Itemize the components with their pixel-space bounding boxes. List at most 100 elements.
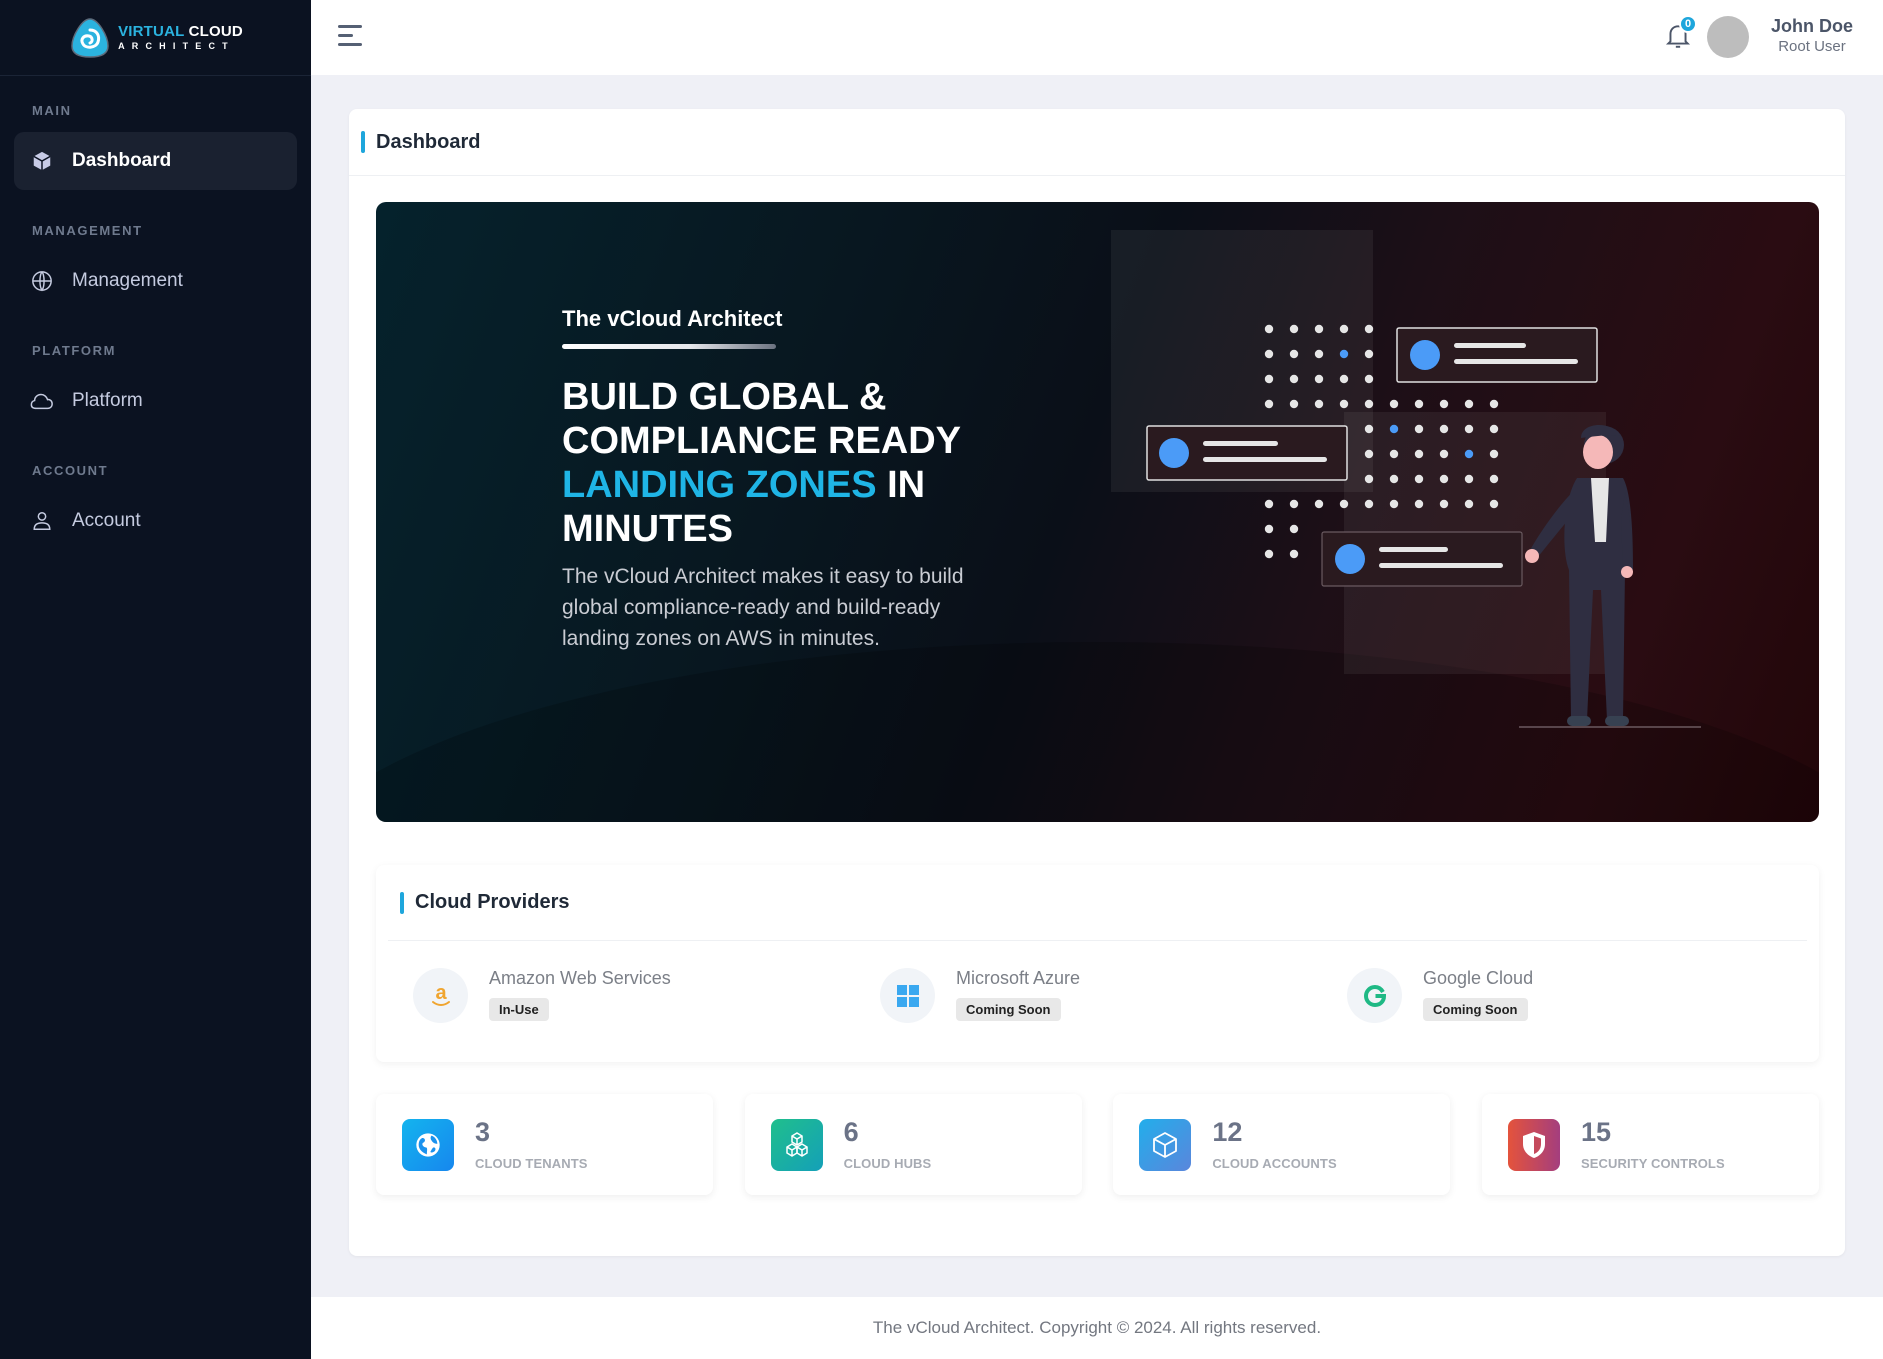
grid-dot (1464, 449, 1474, 459)
brand-logo[interactable]: VIRTUAL CLOUD ARCHITECT (0, 0, 311, 76)
grid-dot (1289, 374, 1299, 384)
provider-name: Google Cloud (1423, 968, 1534, 988)
grid-dot (1464, 399, 1474, 409)
grid-dot (1364, 324, 1374, 334)
grid-dot (1439, 424, 1449, 434)
cloud-providers-card: Cloud Providers a Amazon Web Services In… (376, 865, 1819, 1062)
grid-dot (1364, 449, 1374, 459)
title-accent-bar (400, 891, 404, 914)
grid-dot (1264, 549, 1274, 559)
globe-icon (402, 1118, 454, 1171)
stat-cloud-accounts[interactable]: 12 CLOUD ACCOUNTS (1113, 1094, 1451, 1195)
hamburger-line (338, 34, 353, 37)
sidebar-item-label: Dashboard (72, 150, 172, 171)
logo-icon (71, 17, 109, 58)
grid-dot (1439, 449, 1449, 459)
sidebar-item-account[interactable]: Account (14, 492, 297, 550)
hero-title-line: MINUTES (562, 508, 733, 550)
provider-list: a Amazon Web Services In-Use Microsoft A… (376, 941, 1819, 1023)
grid-dot (1364, 474, 1374, 484)
stat-value: 6 (843, 1116, 859, 1147)
grid-dot (1289, 549, 1299, 559)
grid-dot (1364, 424, 1374, 434)
stat-security-controls[interactable]: 15 SECURITY CONTROLS (1481, 1094, 1819, 1195)
hero-content: The vCloud Architect BUILD GLOBAL & COMP… (562, 306, 992, 654)
sidebar-item-dashboard[interactable]: Dashboard (14, 132, 297, 190)
user-icon (30, 509, 54, 533)
provider-aws[interactable]: a Amazon Web Services In-Use (413, 968, 880, 1023)
stat-value: 15 (1580, 1116, 1612, 1147)
dashboard-header: Dashboard (349, 109, 1845, 176)
grid-dot (1339, 349, 1349, 359)
grid-dot (1364, 499, 1374, 509)
grid-dot (1339, 324, 1349, 334)
grid-dot (1314, 349, 1324, 359)
brand-name-accent: VIRTUAL (118, 23, 185, 40)
menu-toggle-button[interactable] (338, 25, 362, 47)
sidebar: VIRTUAL CLOUD ARCHITECT MAIN Dashboard M… (0, 0, 311, 1359)
page-title: Dashboard (376, 130, 481, 153)
grid-dot (1439, 499, 1449, 509)
hero-title: BUILD GLOBAL & COMPLIANCE READY LANDING … (562, 375, 992, 551)
grid-dot (1339, 499, 1349, 509)
windows-icon (880, 968, 935, 1023)
hamburger-line (338, 25, 362, 28)
stat-value: 12 (1212, 1116, 1243, 1147)
grid-dot (1489, 399, 1499, 409)
grid-dot (1264, 324, 1274, 334)
grid-dot (1414, 399, 1424, 409)
provider-status-badge: Coming Soon (956, 998, 1061, 1021)
notification-count-badge: 0 (1679, 15, 1697, 33)
notifications-button[interactable]: 0 (1665, 15, 1697, 52)
nav-section-management: MANAGEMENT (32, 223, 143, 238)
cloud-providers-title: Cloud Providers (415, 891, 570, 913)
stat-cloud-tenants[interactable]: 3 CLOUD TENANTS (376, 1094, 713, 1195)
stats-row: 3 CLOUD TENANTS 6 CLOUD HUBS 12 CLOUD AC… (376, 1094, 1819, 1195)
globe-icon (30, 269, 54, 293)
cloud-icon (30, 389, 54, 413)
grid-dot (1289, 524, 1299, 534)
grid-dot (1414, 424, 1424, 434)
grid-dot (1389, 399, 1399, 409)
sidebar-item-platform[interactable]: Platform (14, 372, 297, 430)
grid-dot (1314, 499, 1324, 509)
grid-dot (1339, 399, 1349, 409)
sidebar-item-label: Account (72, 510, 141, 531)
grid-dot (1489, 499, 1499, 509)
nav-section-platform: PLATFORM (32, 343, 117, 358)
nav-section-main: MAIN (32, 103, 72, 118)
top-header: 0 John Doe Root User (311, 0, 1883, 75)
sidebar-item-label: Management (72, 270, 183, 291)
footer-copyright: The vCloud Architect. Copyright © 2024. … (872, 1318, 1322, 1337)
grid-dot (1289, 324, 1299, 334)
provider-azure[interactable]: Microsoft Azure Coming Soon (880, 968, 1347, 1023)
grid-dot (1389, 449, 1399, 459)
hamburger-line (338, 43, 362, 46)
grid-dot (1364, 349, 1374, 359)
provider-google[interactable]: Google Cloud Coming Soon (1347, 968, 1814, 1023)
grid-dot (1364, 399, 1374, 409)
info-card (1396, 327, 1598, 383)
cloud-providers-header: Cloud Providers (388, 865, 1807, 941)
sidebar-item-management[interactable]: Management (14, 252, 297, 310)
sidebar-nav: MAIN Dashboard MANAGEMENT Management PLA… (0, 76, 311, 550)
grid-dot (1489, 449, 1499, 459)
grid-dot (1364, 374, 1374, 384)
avatar[interactable] (1707, 16, 1749, 58)
user-menu[interactable]: John Doe Root User (1771, 16, 1853, 55)
brand-name-rest: CLOUD (188, 23, 243, 40)
box-icon (1139, 1118, 1192, 1171)
sidebar-item-label: Platform (72, 390, 143, 411)
title-accent-bar (361, 131, 365, 153)
info-card (1146, 425, 1348, 481)
provider-name: Microsoft Azure (956, 968, 1081, 988)
provider-status-badge: Coming Soon (1423, 998, 1528, 1021)
grid-dot (1489, 474, 1499, 484)
cubes-icon (770, 1118, 823, 1171)
stat-label: CLOUD ACCOUNTS (1212, 1155, 1337, 1171)
brand-tagline: ARCHITECT (118, 41, 235, 51)
stat-cloud-hubs[interactable]: 6 CLOUD HUBS (744, 1094, 1082, 1195)
grid-dot (1314, 399, 1324, 409)
amazon-icon: a (413, 968, 468, 1023)
provider-name: Amazon Web Services (489, 968, 671, 988)
